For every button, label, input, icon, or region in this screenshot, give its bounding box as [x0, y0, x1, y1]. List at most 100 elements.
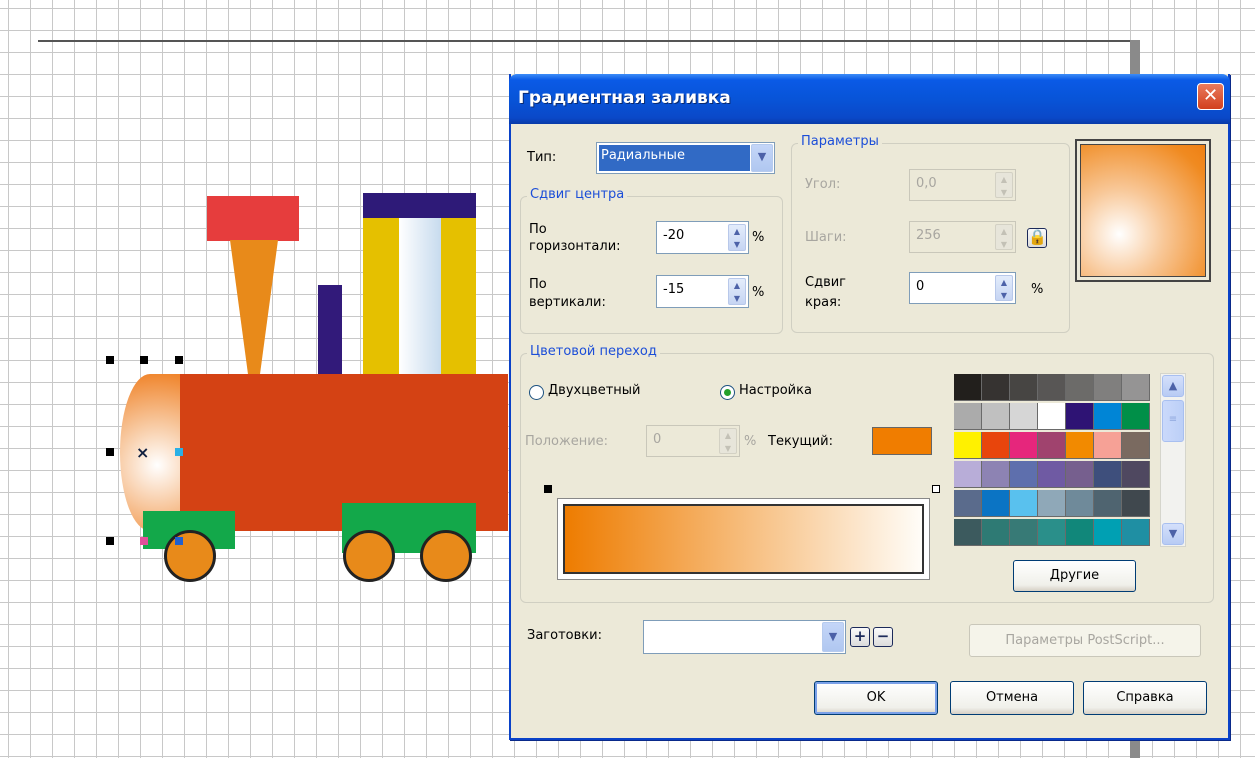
palette-swatch[interactable]	[954, 374, 982, 401]
palette-swatch[interactable]	[982, 403, 1010, 430]
other-colors-button[interactable]: Другие	[1013, 560, 1136, 592]
palette-swatch[interactable]	[1038, 461, 1066, 488]
palette-swatch[interactable]	[1122, 461, 1150, 488]
palette-swatch[interactable]	[1094, 403, 1122, 430]
scroll-thumb[interactable]: ≡	[1162, 400, 1184, 442]
palette-swatch[interactable]	[1038, 519, 1066, 546]
rotation-center-icon[interactable]: ×	[136, 443, 149, 462]
chevron-down-icon[interactable]: ▼	[751, 144, 773, 172]
spin-arrows-icon[interactable]: ▲ ▼	[995, 275, 1013, 301]
palette-swatch[interactable]	[1066, 403, 1094, 430]
palette-swatch[interactable]	[982, 461, 1010, 488]
palette-swatch[interactable]	[1010, 374, 1038, 401]
palette-swatch[interactable]	[954, 432, 982, 459]
horizontal-offset-stepper[interactable]: -20 ▲ ▼	[656, 221, 749, 254]
train-cab-window[interactable]	[399, 218, 441, 376]
selection-handle[interactable]	[106, 356, 114, 364]
selection-handle[interactable]	[175, 537, 183, 545]
gradient-preview[interactable]	[1075, 139, 1211, 282]
postscript-options-button[interactable]: Параметры PostScript...	[969, 624, 1201, 657]
position-stepper[interactable]: 0 ▲ ▼	[646, 425, 740, 457]
spin-arrows-icon[interactable]: ▲ ▼	[728, 278, 746, 305]
vertical-offset-stepper[interactable]: -15 ▲ ▼	[656, 275, 749, 308]
palette-swatch[interactable]	[1122, 403, 1150, 430]
palette-swatch[interactable]	[1066, 432, 1094, 459]
steps-stepper[interactable]: 256 ▲ ▼	[909, 221, 1016, 253]
palette-scrollbar[interactable]: ▲ ≡ ▼	[1160, 373, 1186, 547]
selection-handle[interactable]	[140, 356, 148, 364]
train-front-selected[interactable]	[120, 374, 180, 531]
gradient-end-marker[interactable]	[932, 485, 940, 493]
edge-offset-stepper[interactable]: 0 ▲ ▼	[909, 272, 1016, 304]
palette-swatch[interactable]	[1122, 519, 1150, 546]
train-cab-left[interactable]	[363, 218, 399, 376]
palette-swatch[interactable]	[1122, 374, 1150, 401]
palette-swatch[interactable]	[1038, 490, 1066, 517]
scroll-up-icon[interactable]: ▲	[1162, 375, 1184, 397]
palette-swatch[interactable]	[1094, 432, 1122, 459]
spin-arrows-icon[interactable]: ▲ ▼	[995, 172, 1013, 198]
palette-swatch[interactable]	[1094, 461, 1122, 488]
palette-swatch[interactable]	[1122, 432, 1150, 459]
palette-swatch[interactable]	[1038, 403, 1066, 430]
scroll-down-icon[interactable]: ▼	[1162, 523, 1184, 545]
palette-swatch[interactable]	[1094, 490, 1122, 517]
angle-stepper[interactable]: 0,0 ▲ ▼	[909, 169, 1016, 201]
palette-swatch[interactable]	[1122, 490, 1150, 517]
train-cab-roof[interactable]	[363, 193, 476, 219]
selection-handle[interactable]	[140, 537, 148, 545]
palette-swatch[interactable]	[1038, 432, 1066, 459]
palette-swatch[interactable]	[982, 519, 1010, 546]
spin-arrows-icon[interactable]: ▲ ▼	[728, 224, 746, 251]
gradient-bar[interactable]	[563, 504, 924, 574]
train-wheel[interactable]	[420, 530, 472, 582]
palette-swatch[interactable]	[954, 519, 982, 546]
type-select[interactable]: Радиальные ▼	[596, 142, 775, 174]
palette-swatch[interactable]	[954, 403, 982, 430]
gradient-start-marker[interactable]	[544, 485, 552, 493]
train-chimney[interactable]	[230, 240, 278, 376]
palette-swatch[interactable]	[1010, 403, 1038, 430]
close-button[interactable]: ✕	[1197, 83, 1224, 110]
current-color-swatch[interactable]	[872, 427, 932, 455]
presets-select[interactable]: ▼	[643, 620, 846, 654]
selection-handle[interactable]	[106, 448, 114, 456]
chevron-down-icon[interactable]: ▼	[822, 622, 844, 652]
lock-icon[interactable]: 🔒	[1027, 228, 1047, 248]
spin-arrows-icon[interactable]: ▲ ▼	[719, 428, 737, 454]
add-preset-icon[interactable]: +	[850, 627, 870, 647]
palette-swatch[interactable]	[982, 432, 1010, 459]
ok-button[interactable]: OK	[814, 681, 938, 715]
palette-swatch[interactable]	[1010, 519, 1038, 546]
palette-swatch[interactable]	[1038, 374, 1066, 401]
palette-swatch[interactable]	[1010, 490, 1038, 517]
selection-handle[interactable]	[175, 356, 183, 364]
palette-swatch[interactable]	[1066, 461, 1094, 488]
palette-swatch[interactable]	[982, 490, 1010, 517]
train-wheel[interactable]	[343, 530, 395, 582]
help-button[interactable]: Справка	[1083, 681, 1207, 715]
palette-swatch[interactable]	[1010, 461, 1038, 488]
train-cab-right[interactable]	[441, 218, 476, 376]
palette-swatch[interactable]	[1066, 519, 1094, 546]
custom-radio[interactable]	[720, 385, 735, 400]
palette-swatch[interactable]	[1010, 432, 1038, 459]
gradient-center-handle[interactable]	[175, 448, 183, 456]
palette-swatch[interactable]	[954, 461, 982, 488]
spin-arrows-icon[interactable]: ▲ ▼	[995, 224, 1013, 250]
color-palette[interactable]	[954, 374, 1150, 548]
cancel-button[interactable]: Отмена	[950, 681, 1074, 715]
selection-handle[interactable]	[106, 537, 114, 545]
palette-swatch[interactable]	[1094, 519, 1122, 546]
palette-swatch[interactable]	[1066, 374, 1094, 401]
two-color-radio[interactable]	[529, 385, 544, 400]
dialog-titlebar[interactable]: Градиентная заливка ✕	[509, 74, 1230, 124]
palette-swatch[interactable]	[1094, 374, 1122, 401]
train-wheel[interactable]	[164, 530, 216, 582]
palette-swatch[interactable]	[954, 490, 982, 517]
train-chimney-cap[interactable]	[207, 196, 299, 241]
palette-swatch[interactable]	[982, 374, 1010, 401]
train-pipe[interactable]	[318, 285, 342, 377]
palette-swatch[interactable]	[1066, 490, 1094, 517]
remove-preset-icon[interactable]: −	[873, 627, 893, 647]
